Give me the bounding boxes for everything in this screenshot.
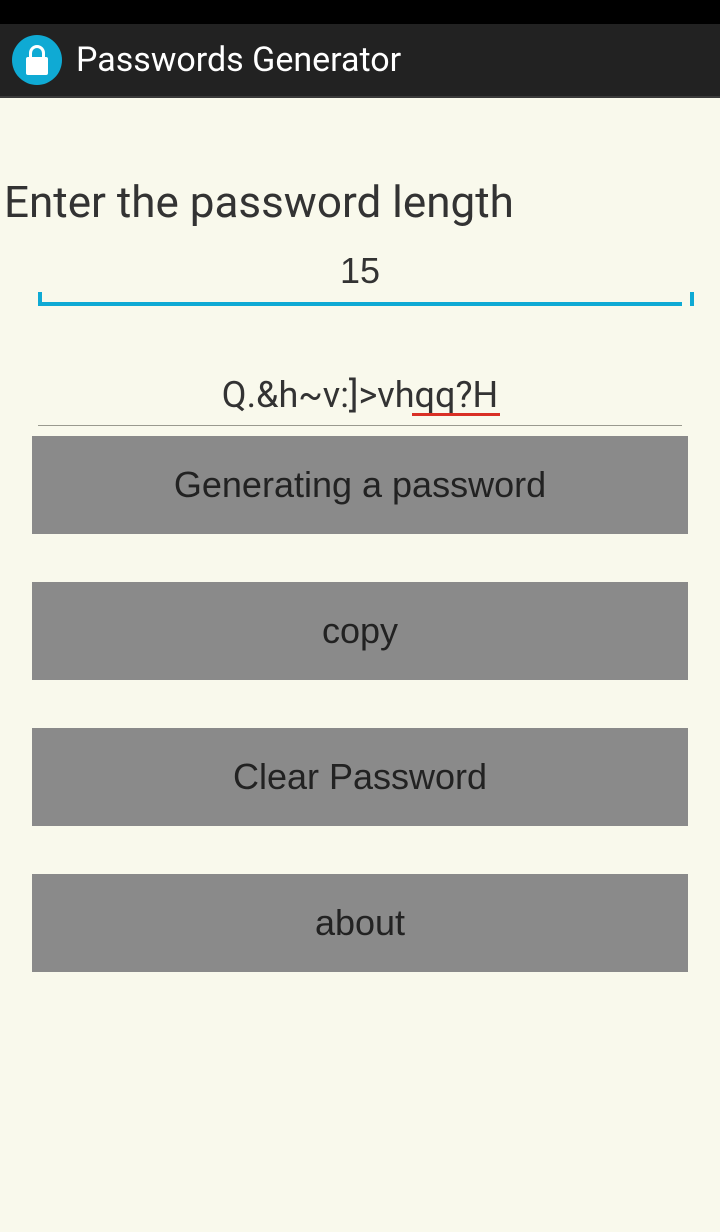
about-button[interactable]: about	[32, 874, 688, 972]
status-bar	[0, 0, 720, 24]
spellcheck-underline	[412, 413, 500, 416]
length-input[interactable]	[38, 246, 682, 306]
clear-button[interactable]: Clear Password	[32, 728, 688, 826]
password-output[interactable]	[38, 368, 682, 426]
generate-button[interactable]: Generating a password	[32, 436, 688, 534]
app-header: Passwords Generator	[0, 24, 720, 98]
copy-button[interactable]: copy	[32, 582, 688, 680]
length-label: Enter the password length	[4, 176, 688, 228]
app-title: Passwords Generator	[76, 40, 401, 80]
lock-icon	[12, 35, 62, 85]
